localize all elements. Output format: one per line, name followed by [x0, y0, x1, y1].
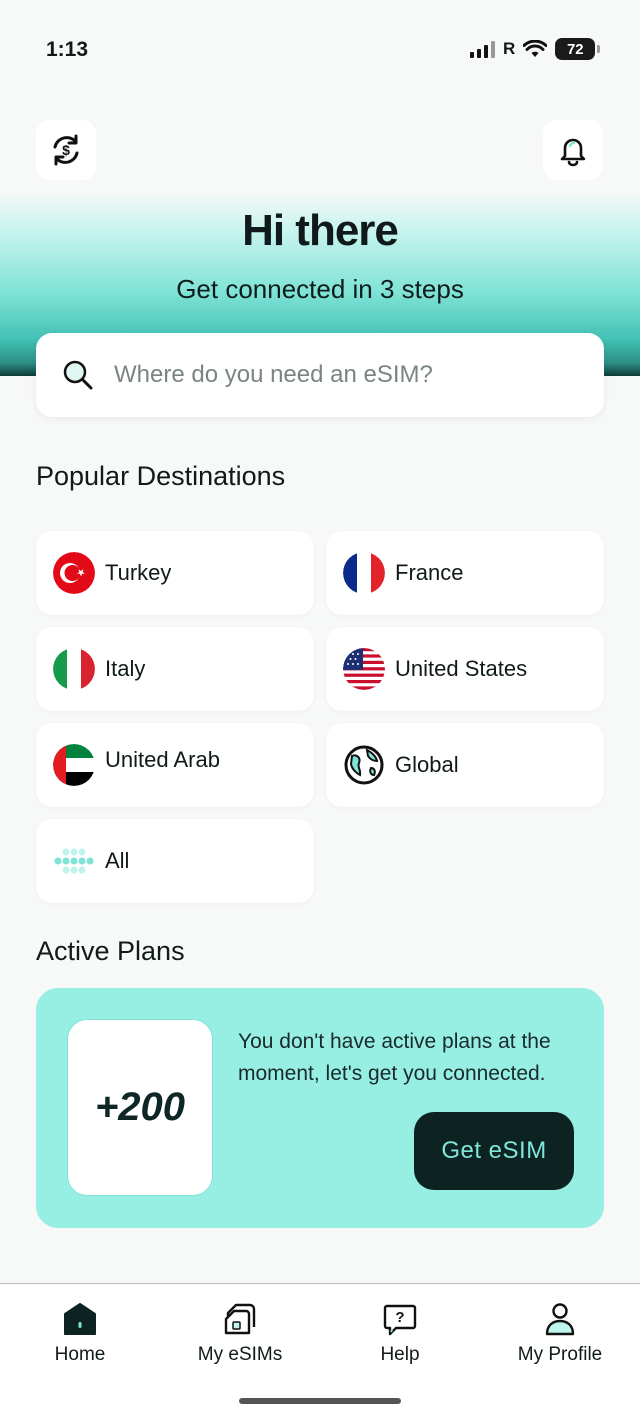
nav-home[interactable]: Home — [0, 1284, 160, 1384]
nav-label: My Profile — [517, 1344, 603, 1365]
profile-icon — [545, 1303, 575, 1336]
destination-italy[interactable]: Italy — [36, 627, 314, 711]
status-indicators: R 72 — [470, 38, 601, 60]
help-chat-icon: ? — [383, 1304, 417, 1336]
nav-label: Home — [54, 1344, 106, 1365]
nav-help[interactable]: ? Help — [320, 1284, 480, 1384]
popular-destinations-title: Popular Destinations — [36, 461, 286, 491]
status-time: 1:13 — [46, 38, 89, 61]
battery-indicator: 72 — [555, 38, 601, 60]
nav-label: My eSIMs — [197, 1344, 283, 1365]
currency-button[interactable]: $ — [36, 120, 96, 180]
destination-label: United States — [395, 656, 528, 681]
get-esim-button[interactable]: Get eSIM — [414, 1112, 574, 1190]
destination-label: Italy — [105, 656, 146, 681]
destination-label: France — [395, 560, 464, 585]
search-input[interactable] — [114, 361, 554, 389]
globe-icon — [344, 745, 384, 785]
carrier-label: R — [503, 39, 516, 58]
destination-france[interactable]: France — [326, 531, 604, 615]
destination-label: Turkey — [105, 560, 172, 585]
destination-united-arab-emirates[interactable]: United Arab — [36, 723, 314, 807]
turkey-flag-icon — [53, 552, 95, 594]
bell-icon — [560, 138, 586, 167]
destination-label: Global — [395, 752, 459, 777]
status-bar: 1:13 R 72 — [0, 0, 640, 100]
nav-my-esims[interactable]: My eSIMs — [160, 1284, 320, 1384]
sim-card-icon — [224, 1303, 256, 1335]
page-subtitle: Get connected in 3 steps — [176, 274, 464, 304]
wifi-icon — [523, 40, 548, 57]
destination-label: All — [105, 848, 130, 873]
dots-grid-icon — [54, 848, 94, 874]
home-icon — [64, 1303, 96, 1335]
signal-icon — [470, 40, 495, 58]
currency-exchange-icon: $ — [53, 134, 79, 166]
search-icon — [63, 360, 93, 390]
destination-all[interactable]: All — [36, 819, 314, 903]
france-flag-icon — [343, 552, 385, 594]
page-title: Hi there — [242, 206, 399, 255]
destination-label: United Arab — [105, 747, 220, 772]
destination-turkey[interactable]: Turkey — [36, 531, 314, 615]
italy-flag-icon — [53, 648, 95, 690]
destination-global[interactable]: Global — [326, 723, 604, 807]
nav-my-profile[interactable]: My Profile — [480, 1284, 640, 1384]
destination-united-states[interactable]: United States — [326, 627, 604, 711]
search-bar[interactable] — [36, 333, 604, 417]
sim-badge: +200 — [67, 1019, 213, 1196]
home-indicator — [239, 1398, 401, 1404]
svg-text:$: $ — [62, 142, 70, 158]
us-flag-icon — [343, 648, 385, 690]
bottom-navigation: Home My eSIMs ? Help My Profile — [0, 1283, 640, 1428]
svg-text:?: ? — [395, 1309, 404, 1326]
notifications-button[interactable] — [543, 120, 603, 180]
uae-flag-icon — [53, 744, 95, 786]
active-plans-card: +200 You don't have active plans at the … — [36, 988, 604, 1228]
nav-label: Help — [380, 1344, 420, 1365]
no-plans-message: You don't have active plans at the momen… — [238, 1030, 551, 1085]
active-plans-title: Active Plans — [36, 936, 185, 966]
